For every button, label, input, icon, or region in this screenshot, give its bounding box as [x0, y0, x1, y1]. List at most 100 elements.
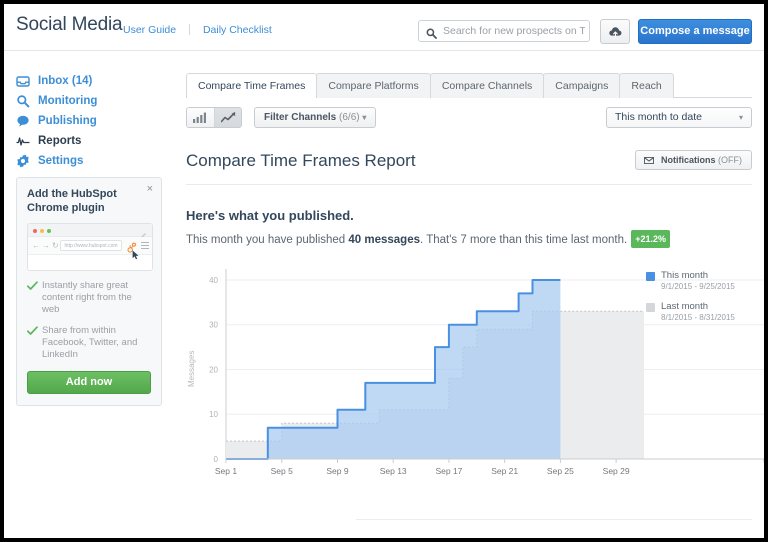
- tab-reach[interactable]: Reach: [619, 73, 674, 98]
- sidebar-item-label: Publishing: [38, 115, 97, 127]
- section-divider: [356, 519, 752, 520]
- add-now-button[interactable]: Add now: [27, 371, 151, 394]
- envelope-icon: [644, 155, 657, 165]
- browser-url-field: http://www.hubspot.com: [60, 240, 122, 251]
- pulse-icon: [16, 134, 30, 148]
- chevron-down-icon: ▾: [738, 113, 743, 122]
- sidebar-item-monitoring[interactable]: Monitoring: [4, 91, 174, 111]
- svg-text:Sep 21: Sep 21: [491, 466, 518, 476]
- svg-text:Sep 25: Sep 25: [547, 466, 574, 476]
- svg-text:30: 30: [209, 321, 218, 330]
- legend-date-range: 9/1/2015 - 9/25/2015: [661, 282, 735, 291]
- chart-legend: This month 9/1/2015 - 9/25/2015 Last mon…: [646, 270, 764, 332]
- promo-feature-text: Instantly share great content right from…: [42, 280, 132, 315]
- sidebar-item-label: Settings: [38, 155, 84, 167]
- sidebar-nav: Inbox (14) Monitoring Publishing Reports…: [4, 51, 174, 171]
- browser-menu-icon: [141, 242, 149, 251]
- page-title-row: Compare Time Frames Report Notifications…: [186, 150, 752, 185]
- sidebar: Inbox (14) Monitoring Publishing Reports…: [4, 51, 174, 538]
- link-user-guide[interactable]: User Guide: [122, 24, 177, 36]
- app-window: Social Media User Guide Daily Checklist: [4, 4, 764, 538]
- window-close-dot-icon: [33, 228, 37, 233]
- legend-item-last-month[interactable]: Last month 8/1/2015 - 8/31/2015: [646, 301, 764, 323]
- notifications-button[interactable]: Notifications (OFF): [635, 150, 752, 170]
- summary-pre: This month you have published: [186, 234, 349, 246]
- sidebar-item-reports[interactable]: Reports: [4, 131, 174, 151]
- browser-navbar: ←→↻ http://www.hubspot.com: [28, 237, 152, 260]
- sidebar-item-inbox[interactable]: Inbox (14): [4, 71, 174, 91]
- svg-text:Sep 9: Sep 9: [326, 466, 348, 476]
- notifications-label: Notifications: [660, 155, 716, 165]
- status-badge: +21.2%: [631, 230, 670, 248]
- published-messages-chart: 0 10 20 30 40 Messages Sep 1 Sep 5 Sep 9 Sep 13 Se…: [174, 263, 764, 493]
- section-heading: Here's what you published.: [186, 208, 354, 223]
- tab-compare-platforms[interactable]: Compare Platforms: [316, 73, 431, 98]
- filter-channels-button[interactable]: Filter Channels (6/6) ▾: [254, 107, 377, 128]
- svg-text:20: 20: [209, 365, 218, 374]
- filter-channels-count: (6/6): [339, 112, 360, 123]
- sidebar-item-label: Monitoring: [38, 95, 98, 107]
- svg-text:10: 10: [209, 410, 218, 419]
- window-minimize-dot-icon: [40, 228, 44, 233]
- mouse-cursor-icon: [132, 247, 140, 265]
- report-toolbar: Filter Channels (6/6) ▾ This month to da…: [186, 107, 752, 129]
- chart-view-toggle: [186, 107, 242, 128]
- check-icon: [26, 281, 38, 295]
- summary-count: 40 messages: [348, 234, 421, 246]
- notifications-state: (OFF): [718, 155, 742, 165]
- line-chart-view-button[interactable]: [214, 108, 241, 127]
- compose-message-button[interactable]: Compose a message: [638, 19, 752, 44]
- browser-mockup: ←→↻ http://www.hubspot.com: [27, 223, 153, 271]
- promo-feature-text: Share from within Facebook, Twitter, and…: [42, 325, 138, 360]
- header-links: User Guide Daily Checklist: [122, 24, 273, 36]
- chrome-plugin-promo-card: × Add the HubSpot Chrome plugin ←→↻ http…: [16, 177, 162, 406]
- sidebar-item-label: Reports: [38, 135, 82, 147]
- tab-compare-channels[interactable]: Compare Channels: [429, 73, 545, 98]
- legend-swatch: [646, 272, 655, 281]
- summary-text: This month you have published 40 message…: [186, 230, 752, 249]
- promo-feature: Share from within Facebook, Twitter, and…: [26, 325, 151, 361]
- close-icon[interactable]: ×: [147, 184, 153, 195]
- sidebar-item-publishing[interactable]: Publishing: [4, 111, 174, 131]
- app-brand-title: Social Media: [16, 14, 123, 35]
- window-maximize-dot-icon: [47, 228, 51, 233]
- tab-compare-time-frames[interactable]: Compare Time Frames: [186, 73, 318, 99]
- search-box[interactable]: [418, 20, 590, 42]
- link-daily-checklist[interactable]: Daily Checklist: [202, 24, 273, 36]
- bar-chart-view-button[interactable]: [187, 108, 214, 127]
- legend-item-this-month[interactable]: This month 9/1/2015 - 9/25/2015: [646, 270, 764, 292]
- legend-date-range: 8/1/2015 - 8/31/2015: [661, 313, 735, 322]
- date-range-select[interactable]: This month to date ▾: [606, 107, 752, 128]
- main-content: Compare Time Frames Compare Platforms Co…: [174, 51, 764, 538]
- browser-nav-controls-icon: ←→↻: [32, 241, 61, 250]
- svg-text:Messages: Messages: [187, 351, 196, 387]
- date-range-value: This month to date: [615, 111, 702, 123]
- search-input[interactable]: [441, 21, 587, 41]
- legend-label: Last month: [661, 301, 708, 312]
- chevron-down-icon: ▾: [362, 113, 367, 122]
- chat-bubble-icon: [16, 114, 30, 128]
- promo-feature: Instantly share great content right from…: [26, 280, 151, 316]
- top-header: Social Media User Guide Daily Checklist: [4, 4, 764, 51]
- gear-icon: [16, 154, 30, 168]
- check-icon: [26, 326, 38, 340]
- svg-text:0: 0: [214, 455, 219, 464]
- svg-text:Sep 17: Sep 17: [435, 466, 462, 476]
- svg-text:40: 40: [209, 276, 218, 285]
- search-icon: [16, 94, 30, 108]
- svg-text:Sep 13: Sep 13: [380, 466, 407, 476]
- svg-text:Sep 5: Sep 5: [271, 466, 293, 476]
- summary-post: . That's 7 more than this time last mont…: [420, 234, 628, 246]
- svg-text:Sep 29: Sep 29: [603, 466, 630, 476]
- upload-button[interactable]: [600, 19, 630, 44]
- legend-label: This month: [661, 270, 708, 281]
- browser-titlebar: [28, 224, 152, 240]
- sidebar-item-label: Inbox (14): [38, 75, 93, 87]
- tab-campaigns[interactable]: Campaigns: [543, 73, 621, 98]
- filter-channels-label: Filter Channels: [264, 112, 337, 123]
- promo-title: Add the HubSpot Chrome plugin: [27, 188, 117, 214]
- inbox-icon: [16, 74, 30, 88]
- report-tabs: Compare Time Frames Compare Platforms Co…: [186, 73, 752, 99]
- sidebar-item-settings[interactable]: Settings: [4, 151, 174, 171]
- search-icon: [426, 26, 437, 39]
